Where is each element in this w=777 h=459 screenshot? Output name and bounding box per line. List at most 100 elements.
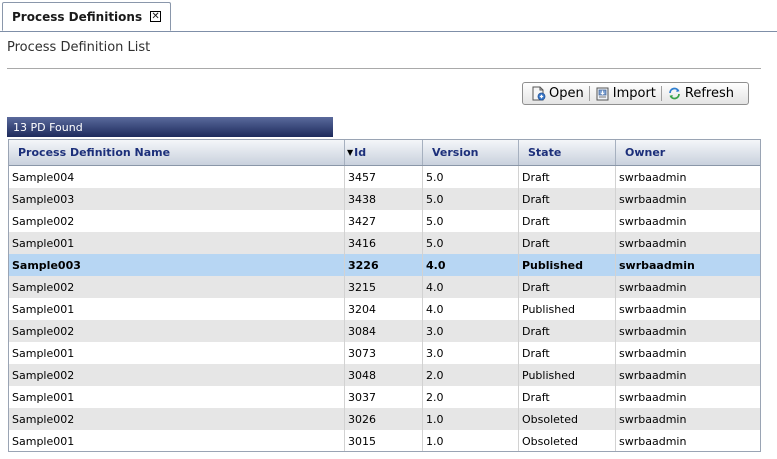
id-cell: 3457 bbox=[345, 166, 423, 188]
state-cell: Draft bbox=[519, 188, 616, 210]
column-header-owner[interactable]: Owner bbox=[616, 140, 760, 165]
name-cell: Sample001 bbox=[9, 386, 345, 408]
version-cell: 5.0 bbox=[423, 232, 519, 254]
table-row[interactable]: Sample002 3026 1.0 Obsoleted swrbaadmin bbox=[9, 408, 760, 430]
version-cell: 5.0 bbox=[423, 188, 519, 210]
state-cell: Draft bbox=[519, 210, 616, 232]
version-cell: 2.0 bbox=[423, 364, 519, 386]
owner-cell: swrbaadmin bbox=[619, 434, 687, 448]
table-body: Sample004 3457 5.0 Draft swrbaadmin Sample003… bbox=[9, 166, 760, 451]
name-cell: Sample001 bbox=[9, 430, 345, 451]
import-button-label: Import bbox=[612, 86, 656, 101]
column-header-name[interactable]: Process Definition Name bbox=[9, 140, 345, 165]
version-cell: 1.0 bbox=[423, 430, 519, 451]
state-cell: Draft bbox=[519, 386, 616, 408]
table-row[interactable]: Sample002 3215 4.0 Draft swrbaadmin bbox=[9, 276, 760, 298]
state-cell: Published bbox=[519, 298, 616, 320]
table-row[interactable]: Sample001 3015 1.0 Obsoleted swrbaadmin bbox=[9, 430, 760, 451]
id-cell: 3204 bbox=[345, 298, 423, 320]
state-cell: Published bbox=[519, 364, 616, 386]
result-count-banner: 13 PD Found bbox=[7, 117, 333, 137]
state-cell: Obsoleted bbox=[519, 408, 616, 430]
version-cell: 1.0 bbox=[423, 408, 519, 430]
version-cell: 5.0 bbox=[423, 166, 519, 188]
name-cell: Sample001 bbox=[9, 232, 345, 254]
toolbar-separator bbox=[660, 86, 662, 101]
column-header-id[interactable]: ▼ Id bbox=[345, 140, 423, 165]
owner-cell: swrbaadmin bbox=[619, 258, 695, 272]
name-cell: Sample003 bbox=[9, 188, 345, 210]
name-cell: Sample002 bbox=[9, 276, 345, 298]
column-header-state[interactable]: State bbox=[519, 140, 616, 165]
table-row[interactable]: Sample001 3037 2.0 Draft swrbaadmin bbox=[9, 386, 760, 408]
column-header-version[interactable]: Version bbox=[423, 140, 519, 165]
table-row[interactable]: Sample002 3427 5.0 Draft swrbaadmin bbox=[9, 210, 760, 232]
toolbar-separator bbox=[588, 86, 590, 101]
open-button-label: Open bbox=[549, 86, 584, 101]
table-row[interactable]: Sample004 3457 5.0 Draft swrbaadmin bbox=[9, 166, 760, 188]
owner-cell: swrbaadmin bbox=[619, 214, 687, 228]
owner-cell: swrbaadmin bbox=[619, 368, 687, 382]
table-row[interactable]: Sample002 3048 2.0 Published swrbaadmin bbox=[9, 364, 760, 386]
id-cell: 3073 bbox=[345, 342, 423, 364]
name-cell: Sample003 bbox=[9, 254, 345, 276]
import-icon bbox=[595, 86, 610, 101]
state-cell: Draft bbox=[519, 320, 616, 342]
id-cell: 3026 bbox=[345, 408, 423, 430]
owner-cell: swrbaadmin bbox=[619, 412, 687, 426]
tab-label: Process Definitions bbox=[12, 9, 143, 24]
owner-cell: swrbaadmin bbox=[619, 192, 687, 206]
id-cell: 3215 bbox=[345, 276, 423, 298]
name-cell: Sample002 bbox=[9, 320, 345, 342]
table-header: Process Definition Name ▼ Id Version Sta… bbox=[9, 140, 760, 166]
refresh-button[interactable]: Refresh bbox=[667, 86, 734, 101]
title-divider bbox=[7, 68, 761, 69]
tab-process-definitions[interactable]: Process Definitions ✕ bbox=[2, 2, 171, 31]
version-cell: 4.0 bbox=[423, 276, 519, 298]
version-cell: 3.0 bbox=[423, 320, 519, 342]
id-cell: 3015 bbox=[345, 430, 423, 451]
name-cell: Sample001 bbox=[9, 342, 345, 364]
process-definition-table: Process Definition Name ▼ Id Version Sta… bbox=[8, 139, 761, 452]
id-cell: 3084 bbox=[345, 320, 423, 342]
name-cell: Sample001 bbox=[9, 298, 345, 320]
version-cell: 5.0 bbox=[423, 210, 519, 232]
id-cell: 3037 bbox=[345, 386, 423, 408]
tab-strip: Process Definitions ✕ bbox=[0, 0, 777, 32]
open-button[interactable]: Open bbox=[531, 86, 584, 101]
name-cell: Sample002 bbox=[9, 408, 345, 430]
owner-cell: swrbaadmin bbox=[619, 324, 687, 338]
id-cell: 3416 bbox=[345, 232, 423, 254]
state-cell: Draft bbox=[519, 342, 616, 364]
close-icon[interactable]: ✕ bbox=[150, 11, 162, 22]
name-cell: Sample004 bbox=[9, 166, 345, 188]
owner-cell: swrbaadmin bbox=[619, 280, 687, 294]
version-cell: 4.0 bbox=[423, 298, 519, 320]
name-cell: Sample002 bbox=[9, 210, 345, 232]
id-cell: 3427 bbox=[345, 210, 423, 232]
toolbar: Open Import Refresh bbox=[522, 82, 749, 105]
owner-cell: swrbaadmin bbox=[619, 390, 687, 404]
table-row[interactable]: Sample003 3438 5.0 Draft swrbaadmin bbox=[9, 188, 760, 210]
table-row[interactable]: Sample003 3226 4.0 Published swrbaadmin bbox=[9, 254, 760, 276]
owner-cell: swrbaadmin bbox=[619, 302, 687, 316]
id-cell: 3226 bbox=[345, 254, 423, 276]
version-cell: 2.0 bbox=[423, 386, 519, 408]
table-row[interactable]: Sample001 3204 4.0 Published swrbaadmin bbox=[9, 298, 760, 320]
id-cell: 3438 bbox=[345, 188, 423, 210]
open-document-icon bbox=[531, 86, 546, 101]
sort-descending-icon: ▼ bbox=[347, 148, 354, 157]
refresh-button-label: Refresh bbox=[684, 86, 734, 101]
table-row[interactable]: Sample002 3084 3.0 Draft swrbaadmin bbox=[9, 320, 760, 342]
refresh-icon bbox=[667, 86, 682, 101]
version-cell: 4.0 bbox=[423, 254, 519, 276]
result-count-text: 13 PD Found bbox=[13, 120, 83, 134]
state-cell: Draft bbox=[519, 166, 616, 188]
id-cell: 3048 bbox=[345, 364, 423, 386]
table-row[interactable]: Sample001 3416 5.0 Draft swrbaadmin bbox=[9, 232, 760, 254]
state-cell: Draft bbox=[519, 276, 616, 298]
import-button[interactable]: Import bbox=[595, 86, 656, 101]
table-row[interactable]: Sample001 3073 3.0 Draft swrbaadmin bbox=[9, 342, 760, 364]
page-title: Process Definition List bbox=[7, 40, 151, 55]
owner-cell: swrbaadmin bbox=[619, 170, 687, 184]
